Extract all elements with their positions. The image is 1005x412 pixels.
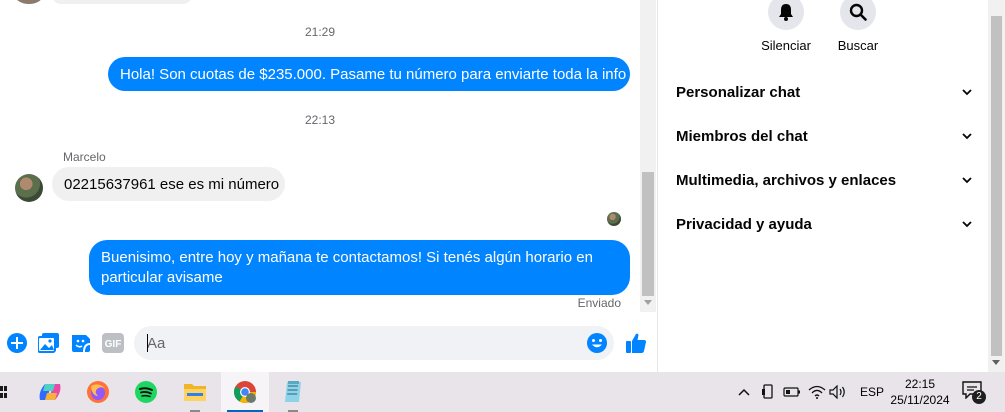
copilot-icon xyxy=(39,384,61,400)
taskbar-chrome[interactable] xyxy=(221,372,269,412)
chevron-up-icon[interactable] xyxy=(735,383,753,401)
message-composer: GIF xyxy=(0,312,656,372)
gif-label: GIF xyxy=(105,339,122,350)
search-button[interactable]: Buscar xyxy=(818,0,898,53)
plus-icon[interactable] xyxy=(6,332,28,354)
chevron-down-icon xyxy=(962,133,972,140)
bell-icon xyxy=(768,0,804,30)
search-label: Buscar xyxy=(837,38,879,53)
section-media-files-links[interactable]: Multimedia, archivos y enlaces xyxy=(676,168,972,192)
mute-button[interactable]: Silenciar xyxy=(746,0,826,53)
scrollbar-thumb[interactable] xyxy=(991,16,1002,356)
thumbs-up-icon[interactable] xyxy=(624,332,648,354)
chevron-down-icon xyxy=(962,221,972,228)
chat-info-panel: Silenciar Buscar Personalizar chat Miemb… xyxy=(658,0,988,372)
message-text: Buenisimo, entre hoy y mañana te contact… xyxy=(101,249,593,266)
folder-icon xyxy=(184,384,206,401)
message-text: Hola! Son cuotas de $235.000. Pasame tu … xyxy=(120,66,627,83)
scroll-down-arrow[interactable] xyxy=(992,360,1000,365)
start-icon[interactable] xyxy=(0,384,8,400)
mute-label: Silenciar xyxy=(761,38,811,53)
scroll-down-arrow[interactable] xyxy=(644,300,652,305)
chat-scrollbar[interactable] xyxy=(640,0,656,312)
taskbar-copilot[interactable] xyxy=(26,372,74,412)
spotify-icon xyxy=(135,381,157,403)
wifi-icon[interactable] xyxy=(808,383,826,401)
section-label: Multimedia, archivos y enlaces xyxy=(676,171,897,189)
search-icon xyxy=(840,0,876,30)
scrollbar-thumb[interactable] xyxy=(642,172,654,296)
section-customize-chat[interactable]: Personalizar chat xyxy=(676,80,972,104)
notepad-icon xyxy=(285,381,301,402)
section-label: Privacidad y ayuda xyxy=(676,215,812,233)
messenger-window: 21:29 Hola! Son cuotas de $235.000. Pasa… xyxy=(0,0,1005,372)
taskbar-notepad[interactable] xyxy=(269,372,317,412)
section-label: Personalizar chat xyxy=(676,83,801,101)
taskbar-file-explorer[interactable] xyxy=(171,372,219,412)
sender-name: Marcelo xyxy=(63,150,106,164)
photo-icon[interactable] xyxy=(38,332,60,354)
firefox-icon xyxy=(87,381,109,403)
message-input[interactable] xyxy=(134,326,574,360)
device-icon[interactable] xyxy=(759,383,777,401)
message-input-wrapper xyxy=(134,326,614,360)
emoji-icon[interactable] xyxy=(586,332,608,354)
read-receipt-avatar xyxy=(607,212,621,226)
avatar xyxy=(15,0,43,4)
section-label: Miembros del chat xyxy=(676,127,808,145)
section-chat-members[interactable]: Miembros del chat xyxy=(676,124,972,148)
text-caret xyxy=(147,334,148,352)
page-scrollbar[interactable] xyxy=(988,0,1005,372)
taskbar-spotify[interactable] xyxy=(122,372,170,412)
message-bubble-incoming[interactable]: 02215637961 ese es mi número xyxy=(52,167,285,201)
chrome-icon xyxy=(234,381,256,403)
clock-time: 22:15 xyxy=(904,377,936,391)
message-text: particular avisame xyxy=(101,269,223,286)
chevron-down-icon xyxy=(962,177,972,184)
sticker-icon[interactable] xyxy=(70,332,92,354)
section-privacy-help[interactable]: Privacidad y ayuda xyxy=(676,212,972,236)
message-status: Enviado xyxy=(577,296,621,310)
battery-icon[interactable] xyxy=(783,383,801,401)
notification-badge: 2 xyxy=(972,390,986,404)
clock-date: 25/11/2024 xyxy=(890,393,950,407)
message-timestamp: 21:29 xyxy=(304,25,336,39)
message-bubble-outgoing[interactable]: Buenisimo, entre hoy y mañana te contact… xyxy=(89,240,630,295)
gif-icon[interactable]: GIF xyxy=(102,332,124,354)
taskbar-firefox[interactable] xyxy=(74,372,122,412)
chevron-down-icon xyxy=(962,89,972,96)
message-bubble-incoming-partial xyxy=(52,0,192,4)
avatar[interactable] xyxy=(15,174,43,202)
system-clock[interactable]: 22:15 25/11/2024 xyxy=(880,376,960,408)
windows-taskbar: ESP 22:15 25/11/2024 2 xyxy=(0,372,1005,412)
message-bubble-outgoing[interactable]: Hola! Son cuotas de $235.000. Pasame tu … xyxy=(108,57,630,91)
message-text: 02215637961 ese es mi número xyxy=(64,176,280,193)
message-timestamp: 22:13 xyxy=(304,113,336,127)
volume-icon[interactable] xyxy=(829,383,847,401)
